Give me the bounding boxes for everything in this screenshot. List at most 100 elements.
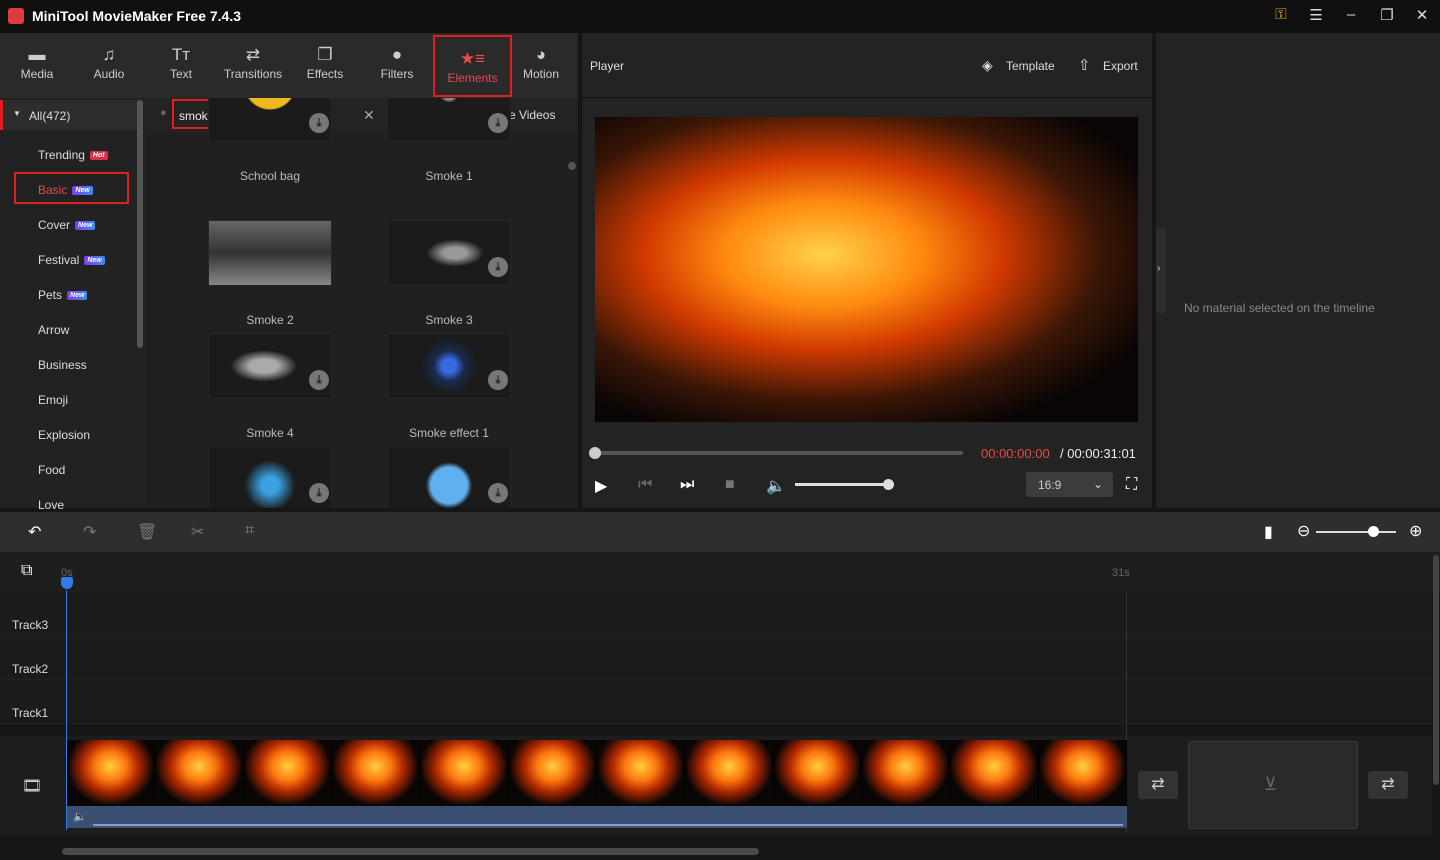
clip-frame [950,740,1039,806]
zoom-in-icon[interactable]: ⊕ [1409,521,1422,541]
add-track-icon[interactable]: ⧉ [21,562,32,580]
split-icon[interactable]: ✂ [191,522,204,542]
zoom-handle[interactable] [1368,526,1379,537]
zoom-out-icon[interactable]: ⊖ [1297,521,1310,541]
previous-frame-button[interactable]: ⏮ [638,476,652,494]
label: Basic [38,183,68,197]
element-thumbnail[interactable]: ⤓ [387,220,511,286]
category-all-label: All(472) [29,109,71,123]
timeline-vertical-scrollbar[interactable] [1433,555,1439,785]
minimize-button[interactable]: – [1340,6,1362,26]
category-business[interactable]: Business [38,358,87,372]
download-icon[interactable]: ⤓ [309,483,329,503]
new-badge: New [75,221,96,231]
element-thumbnail[interactable]: ⤓ [387,98,511,142]
timeline-horizontal-scrollbar[interactable] [62,848,759,855]
undo-icon[interactable]: ↶ [28,522,41,542]
clip-frame [420,740,509,806]
category-emoji[interactable]: Emoji [38,393,68,407]
element-thumbnail[interactable] [208,220,332,286]
playhead-handle[interactable] [61,577,73,589]
title-bar: MiniTool MovieMaker Free 7.4.3 ⚿ ☰ – ❐ ✕ [0,0,1440,33]
player-title: Player [590,59,625,73]
aspect-ratio-select[interactable]: 16:9 ⌄ [1026,472,1113,497]
music-icon: ♫ [102,45,116,64]
category-scrollbar[interactable] [137,100,143,348]
template-button[interactable]: Template [1006,59,1055,73]
fit-timeline-icon[interactable]: ▮ [1264,522,1273,542]
effects-icon: ❐ [317,45,333,64]
download-icon[interactable]: ⤓ [488,483,508,503]
category-festival[interactable]: Festival New [38,253,105,267]
tab-elements[interactable]: ★≡ Elements [433,35,512,97]
panel-scroll-indicator[interactable] [568,162,576,170]
element-thumbnail[interactable]: ⤓ [387,333,511,399]
clear-search-icon[interactable]: ✕ [363,107,375,124]
element-thumbnail[interactable]: ⤓ [208,333,332,399]
track-3: Track3 [0,592,1432,636]
redo-icon[interactable]: ↷ [83,522,96,542]
category-pets[interactable]: Pets New [38,288,88,302]
category-explosion[interactable]: Explosion [38,428,90,442]
element-label: Smoke 4 [246,426,294,440]
category-basic[interactable]: Basic New [38,183,93,197]
track-1: Track1 [0,680,1432,724]
menu-icon[interactable]: ☰ [1305,6,1327,26]
tab-transitions[interactable]: ⇄ Transitions [217,33,289,98]
tab-filters[interactable]: ● Filters [361,33,433,98]
volume-slider[interactable] [795,483,889,486]
crop-icon[interactable]: ⌗ [245,522,254,540]
element-thumbnail[interactable]: ⤓ [387,446,511,508]
download-icon[interactable]: ⤓ [309,113,329,133]
tab-text[interactable]: Tт Text [145,33,217,98]
play-button[interactable]: ▶ [595,476,607,496]
element-label: Smoke effect 1 [409,426,489,440]
track-2: Track2 [0,636,1432,680]
layers-icon: ◈ [982,57,993,73]
playback-slider[interactable] [594,451,963,455]
volume-handle[interactable] [883,479,894,490]
audio-line [93,824,1123,826]
download-icon[interactable]: ⤓ [488,370,508,390]
video-clip[interactable]: 🔈 [67,740,1127,828]
clip-audio-icon: 🔈 [73,811,87,823]
tab-motion[interactable]: ◕ Motion [505,33,577,98]
close-button[interactable]: ✕ [1411,6,1433,26]
element-thumbnail[interactable]: ⤓ [208,98,332,142]
drop-placeholder[interactable]: ⊻ [1188,741,1358,829]
fullscreen-icon[interactable]: ⛶ [1126,476,1137,494]
app-title: MiniTool MovieMaker Free 7.4.3 [32,8,242,24]
playback-handle[interactable] [589,447,601,459]
tab-effects[interactable]: ❐ Effects [289,33,361,98]
category-love[interactable]: Love [38,498,64,512]
category-arrow[interactable]: Arrow [38,323,69,337]
volume-icon[interactable]: 🔈 [766,476,786,496]
tab-label: Text [169,67,192,81]
transition-swap-button-2[interactable]: ⇄ [1368,771,1408,799]
hot-badge: Hot [89,151,108,161]
key-icon[interactable]: ⚿ [1270,6,1292,26]
transition-swap-button[interactable]: ⇄ [1138,771,1178,799]
category-food[interactable]: Food [38,463,65,477]
tab-audio[interactable]: ♫ Audio [73,33,145,98]
download-icon[interactable]: ⤓ [488,113,508,133]
collapse-handle[interactable]: › [1156,228,1166,313]
stop-button[interactable]: ■ [725,476,735,494]
download-icon[interactable]: ⤓ [488,257,508,277]
download-icon[interactable]: ⤓ [309,370,329,390]
next-frame-button[interactable]: ⏭ [680,476,694,494]
category-trending[interactable]: Trending Hot [38,148,108,162]
category-cover[interactable]: Cover New [38,218,96,232]
element-thumbnail[interactable]: ⤓ [208,446,332,508]
element-label: Smoke 2 [246,313,294,327]
caret-down-icon: ▼ [13,109,21,118]
tab-media[interactable]: ▬ Media [1,33,73,98]
category-all[interactable]: ▼ All(472) [0,100,140,130]
element-label: Smoke 3 [425,313,473,327]
export-button[interactable]: Export [1103,59,1138,73]
timeline-zoom-slider[interactable] [1316,531,1396,533]
empty-properties-message: No material selected on the timeline [1184,301,1375,315]
delete-icon[interactable]: 🗑 [137,522,157,542]
track-label: Track3 [12,618,49,632]
maximize-button[interactable]: ❐ [1376,6,1398,26]
